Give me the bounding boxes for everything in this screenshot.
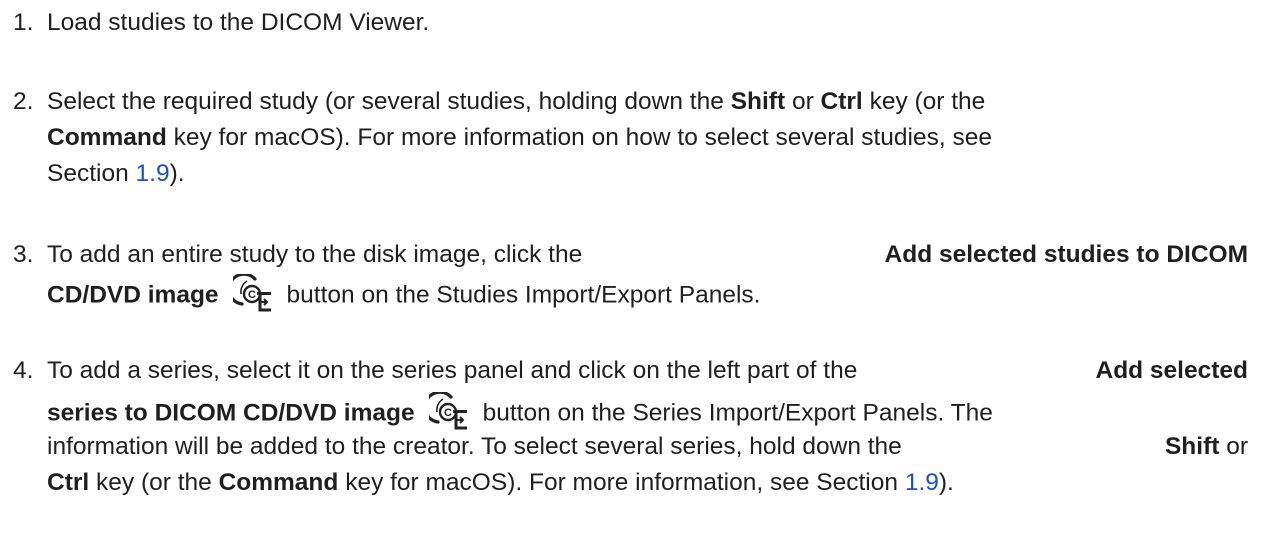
text-run: To add a series, select it on the series… bbox=[47, 357, 858, 384]
text-run: Select the required study (or several st… bbox=[47, 88, 724, 115]
svg-text:C: C bbox=[444, 407, 452, 419]
text-run: key for macOS). For more information, se… bbox=[345, 469, 898, 496]
text-run: key (or the bbox=[96, 469, 212, 496]
section-link[interactable]: 1.9 bbox=[136, 160, 170, 187]
button-name: series to DICOM CD/DVD image bbox=[47, 399, 415, 427]
text-run: key (or the bbox=[869, 88, 986, 115]
text-run: or bbox=[791, 88, 814, 115]
button-name: CD/DVD image bbox=[47, 281, 219, 309]
add-to-cd-icon: C bbox=[422, 390, 469, 432]
button-name: Add selected bbox=[1095, 357, 1249, 384]
key-name: Shift bbox=[730, 88, 786, 115]
step-line: Section 1.9). bbox=[47, 159, 185, 189]
step-line: information will be added to the creator… bbox=[47, 432, 1248, 462]
text-run: or bbox=[1226, 433, 1248, 460]
step-text: Load studies to the DICOM Viewer. bbox=[47, 9, 430, 36]
step-number: 2. bbox=[13, 88, 34, 115]
text-run: key for macOS). For more information on … bbox=[173, 124, 992, 151]
text-run: button on the Series Import/Export Panel… bbox=[482, 399, 993, 427]
key-name: Ctrl bbox=[820, 88, 863, 115]
text-run: Section bbox=[47, 160, 129, 187]
text-run: To add an entire study to the disk image… bbox=[47, 241, 583, 268]
step-line: To add an entire study to the disk image… bbox=[47, 240, 1248, 270]
step-line: Select the required study (or several st… bbox=[47, 87, 985, 117]
step-line: Command key for macOS). For more informa… bbox=[47, 123, 992, 153]
text-run: button on the Studies Import/Export Pane… bbox=[286, 281, 761, 309]
key-name: Shift bbox=[1164, 433, 1220, 460]
step-line: Ctrl key (or the Command key for macOS).… bbox=[47, 468, 954, 498]
text-run: information will be added to the creator… bbox=[47, 433, 902, 460]
button-name: Add selected studies to DICOM bbox=[884, 241, 1248, 268]
step-number: 4. bbox=[13, 357, 34, 384]
text-run: ). bbox=[938, 469, 954, 496]
add-to-cd-icon: C bbox=[226, 272, 273, 314]
section-link[interactable]: 1.9 bbox=[905, 469, 939, 496]
key-name: Ctrl bbox=[47, 469, 90, 496]
text-run: ). bbox=[169, 160, 185, 187]
step-line: To add a series, select it on the series… bbox=[47, 356, 1248, 386]
key-name: Command bbox=[47, 124, 167, 151]
step-line: series to DICOM CD/DVD image C button on… bbox=[47, 390, 993, 434]
step-number: 3. bbox=[13, 241, 34, 268]
svg-text:C: C bbox=[248, 289, 256, 301]
step-line: CD/DVD image C button on the Studies Imp… bbox=[47, 272, 761, 316]
step-number: 1. bbox=[13, 9, 34, 36]
key-name: Command bbox=[218, 469, 339, 496]
